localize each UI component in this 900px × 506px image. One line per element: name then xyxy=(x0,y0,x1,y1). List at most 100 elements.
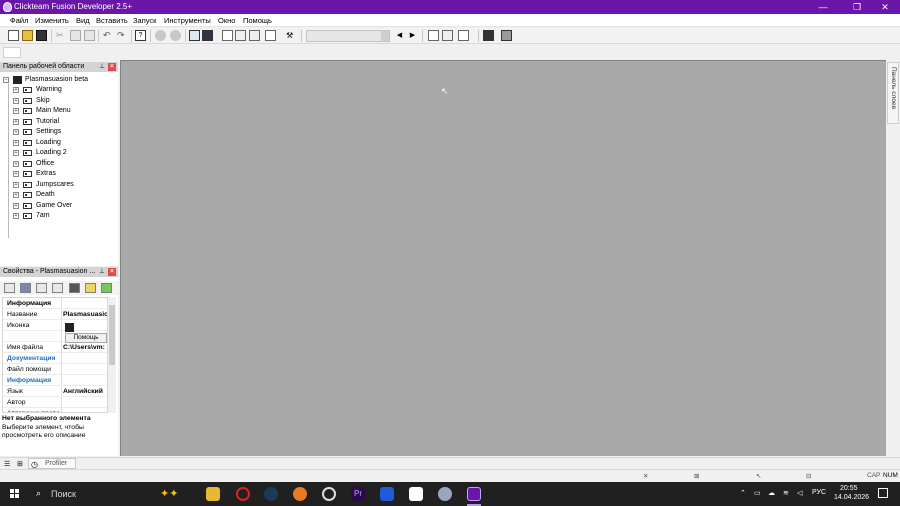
tab-runtime-icon[interactable] xyxy=(36,283,47,293)
premiere-pro-icon[interactable]: Pr xyxy=(351,487,365,501)
menu-tools[interactable]: Инструменты xyxy=(164,16,211,25)
zoom-menu-icon[interactable] xyxy=(458,30,469,41)
nav-forward-circle-icon[interactable] xyxy=(170,30,181,41)
expand-icon[interactable]: + xyxy=(13,108,19,114)
prev-frame-icon[interactable]: ◀ xyxy=(394,30,405,41)
tree-frame-item[interactable]: +7am xyxy=(0,211,118,221)
expand-icon[interactable]: + xyxy=(13,97,19,104)
zoom-fit-icon[interactable] xyxy=(428,30,439,41)
expand-icon[interactable]: + xyxy=(13,192,19,198)
maximize-button[interactable]: ❐ xyxy=(842,0,872,14)
expand-icon[interactable]: + xyxy=(13,160,19,167)
library-tab-icon[interactable]: ⊞ xyxy=(17,460,23,468)
minimize-button[interactable]: — xyxy=(808,0,838,14)
expand-icon[interactable]: + xyxy=(13,87,19,93)
tree-frame-item[interactable]: + Extras xyxy=(0,169,118,179)
copy-icon[interactable] xyxy=(70,30,81,41)
tray-volume-icon[interactable]: ◁ xyxy=(797,489,802,497)
menu-view[interactable]: Вид xyxy=(76,16,90,25)
tray-cloud-icon[interactable]: ☁ xyxy=(768,489,775,497)
app-white-icon[interactable] xyxy=(409,487,423,501)
property-row[interactable]: Автор xyxy=(3,397,107,408)
expand-icon[interactable]: + xyxy=(13,181,19,188)
copilot-sparkle-icon[interactable]: ✦✦ xyxy=(160,487,178,500)
tree-frame-item[interactable]: + Jumpscares xyxy=(0,180,118,190)
property-value[interactable]: Английский xyxy=(63,386,103,396)
tray-battery-icon[interactable]: ▭ xyxy=(754,489,761,497)
tab-windows-icon[interactable] xyxy=(101,283,112,293)
tab-settings-icon[interactable] xyxy=(4,283,15,293)
tab-about-icon[interactable] xyxy=(85,283,96,293)
tab-values-icon[interactable] xyxy=(52,283,63,293)
toolbar-blank-button[interactable] xyxy=(3,47,21,58)
property-row[interactable]: Язык Английский xyxy=(3,386,107,397)
tool-select-icon[interactable]: ⚒ xyxy=(286,30,297,41)
storyboard-editor-area[interactable]: ↖ xyxy=(120,60,886,456)
expand-icon[interactable]: + xyxy=(13,171,19,177)
expand-icon[interactable]: + xyxy=(13,129,19,135)
property-row[interactable]: Авторские права xyxy=(3,408,107,412)
scrollbar-thumb[interactable] xyxy=(109,305,115,365)
tree-frame-item[interactable]: + Death xyxy=(0,190,118,200)
tray-wifi-icon[interactable]: ≋ xyxy=(783,489,789,497)
menu-insert[interactable]: Вставить xyxy=(96,16,128,25)
clickteam-fusion-icon[interactable] xyxy=(467,487,481,501)
event-editor-icon[interactable] xyxy=(222,30,233,41)
new-file-icon[interactable] xyxy=(8,30,19,41)
redo-icon[interactable]: ↷ xyxy=(117,30,128,41)
expand-icon[interactable]: + xyxy=(13,202,19,209)
help-question-icon[interactable]: ? xyxy=(135,30,146,41)
run-application-icon[interactable] xyxy=(501,30,512,41)
tab-events-icon[interactable] xyxy=(69,283,80,293)
unity-icon[interactable] xyxy=(322,487,336,501)
collapse-icon[interactable]: − xyxy=(3,77,9,83)
expand-icon[interactable]: + xyxy=(13,213,19,219)
tree-frame-item[interactable]: + Settings xyxy=(0,127,118,137)
app-gray-icon[interactable] xyxy=(438,487,452,501)
blender-icon[interactable] xyxy=(293,487,307,501)
workspace-tab-icon[interactable]: ☰ xyxy=(4,460,10,468)
close-button[interactable]: ✕ xyxy=(870,0,900,14)
grid-icon[interactable] xyxy=(442,30,453,41)
pin-icon[interactable]: ⊥ xyxy=(98,63,106,71)
menu-edit[interactable]: Изменить xyxy=(35,16,69,25)
frame-editor-icon[interactable] xyxy=(202,30,213,41)
paste-icon[interactable] xyxy=(84,30,95,41)
property-row[interactable]: Файл помощи xyxy=(3,364,107,375)
steam-icon[interactable] xyxy=(264,487,278,501)
windows-start-icon[interactable] xyxy=(10,489,20,499)
menu-help[interactable]: Помощь xyxy=(243,16,272,25)
menu-run[interactable]: Запуск xyxy=(133,16,156,25)
input-language[interactable]: РУС xyxy=(812,489,826,496)
property-row[interactable]: Иконка xyxy=(3,320,107,331)
tree-frame-item[interactable]: + Game Over xyxy=(0,201,118,211)
nav-back-circle-icon[interactable] xyxy=(155,30,166,41)
search-icon[interactable]: ⌕ xyxy=(36,488,41,499)
stop-icon[interactable] xyxy=(483,30,494,41)
save-icon[interactable] xyxy=(36,30,47,41)
property-row[interactable]: Имя файла C:\Users\vm: xyxy=(3,342,107,353)
menu-window[interactable]: Окно xyxy=(218,16,235,25)
event-list-icon[interactable] xyxy=(235,30,246,41)
property-row[interactable]: Название Plasmasuasio xyxy=(3,309,107,320)
menu-file[interactable]: Файл xyxy=(10,16,28,25)
frame-selector-combo[interactable] xyxy=(306,30,390,42)
layers-panel-tab[interactable]: Панель слоев xyxy=(887,62,899,124)
tree-frame-item[interactable]: + Office xyxy=(0,159,118,169)
tree-frame-item[interactable]: + Main Menu xyxy=(0,106,118,116)
clock-time[interactable]: 20:55 xyxy=(840,485,858,492)
tree-root[interactable]: − Plasmasuasion beta xyxy=(0,75,118,85)
undo-icon[interactable]: ↶ xyxy=(103,30,114,41)
file-explorer-icon[interactable] xyxy=(206,487,220,501)
property-value[interactable]: Plasmasuasio xyxy=(63,309,107,319)
property-value[interactable]: C:\Users\vm: xyxy=(63,342,105,352)
tree-frame-item[interactable]: + Warning xyxy=(0,85,118,95)
properties-scrollbar[interactable] xyxy=(108,297,116,413)
data-elements-icon[interactable] xyxy=(249,30,260,41)
app-icon-preview[interactable] xyxy=(65,323,74,332)
expand-icon[interactable]: + xyxy=(13,118,19,125)
tab-window-icon[interactable] xyxy=(20,283,31,293)
close-panel-icon[interactable]: ✕ xyxy=(108,63,116,71)
next-frame-icon[interactable]: ▶ xyxy=(407,30,418,41)
layout-icon[interactable] xyxy=(265,30,276,41)
